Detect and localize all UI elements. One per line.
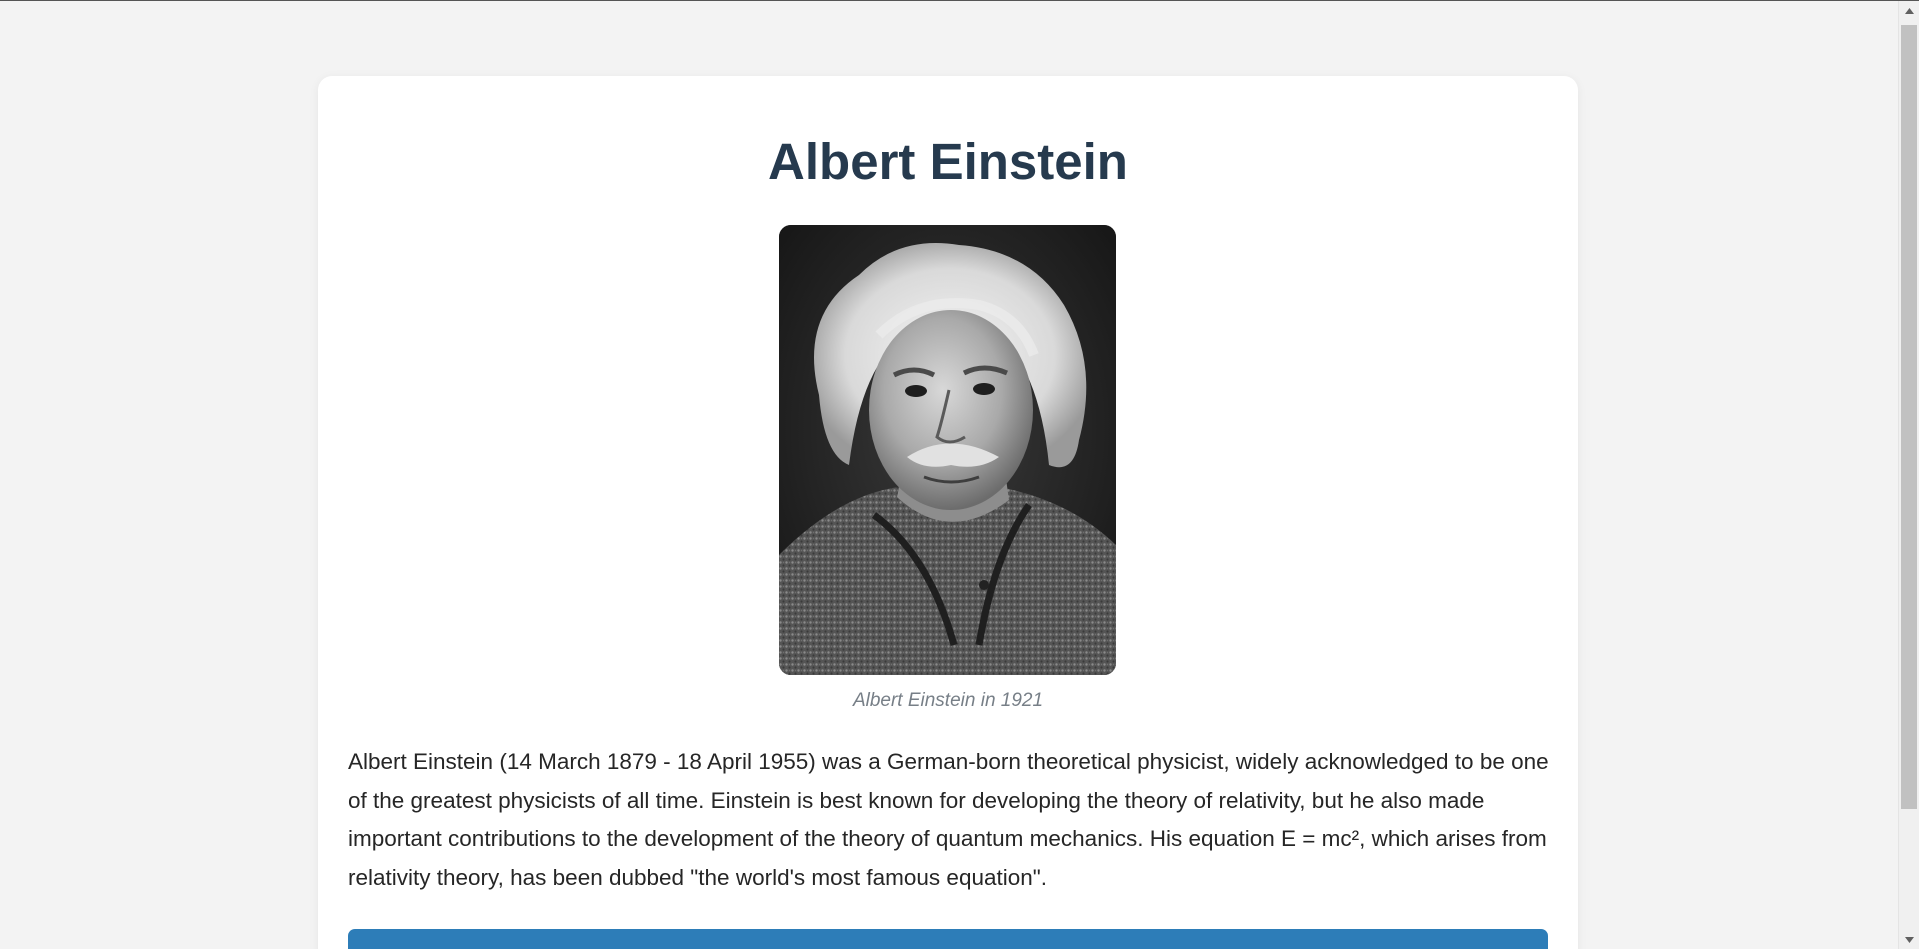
browser-viewport: Albert Einstein Albert Einstein in 1921 … [0, 0, 1919, 949]
scroll-down-icon[interactable] [1899, 930, 1919, 949]
action-button[interactable] [348, 929, 1548, 949]
page-title: Albert Einstein [768, 133, 1128, 190]
scrollbar-thumb[interactable] [1901, 25, 1917, 809]
page-content: Albert Einstein Albert Einstein in 1921 … [0, 1, 1898, 949]
vertical-scrollbar[interactable] [1898, 1, 1919, 949]
portrait-image [779, 225, 1116, 675]
image-caption: Albert Einstein in 1921 [852, 690, 1044, 711]
biography-paragraph: Albert Einstein (14 March 1879 - 18 Apri… [348, 749, 1549, 890]
article-card: Albert Einstein Albert Einstein in 1921 … [318, 76, 1578, 949]
scroll-up-icon[interactable] [1899, 1, 1919, 21]
